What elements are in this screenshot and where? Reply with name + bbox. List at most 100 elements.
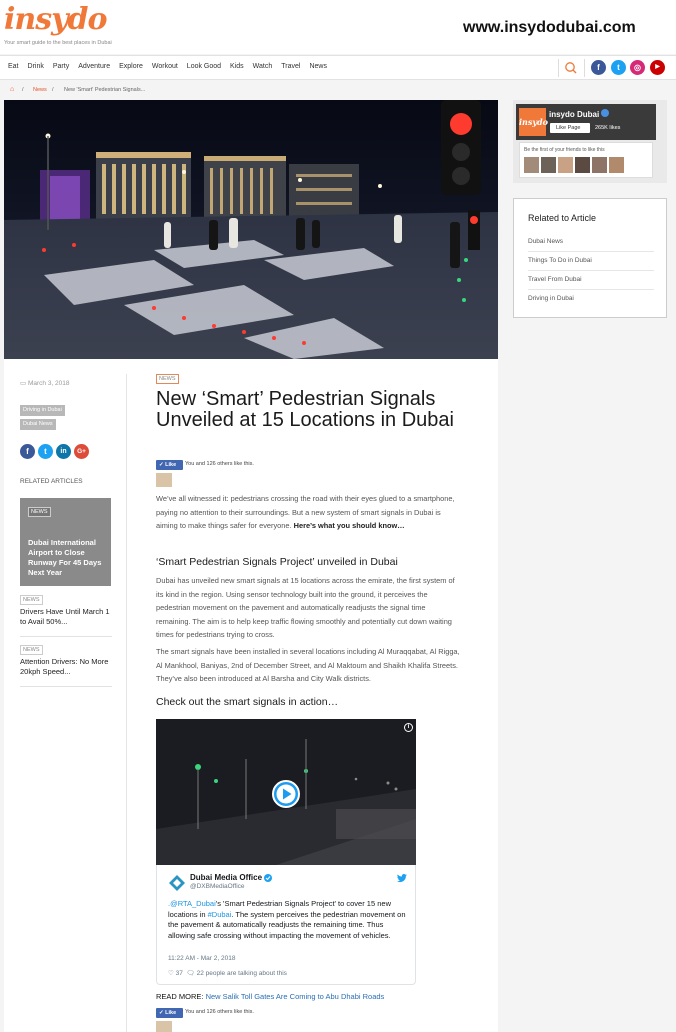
tweet-author[interactable]: Dubai Media Office xyxy=(190,873,262,882)
fb-like-button[interactable]: ✓ Like xyxy=(156,1008,183,1018)
nav-item-explore[interactable]: Explore xyxy=(119,63,143,70)
intro-bold: Here’s what you should know… xyxy=(293,521,405,531)
nav-item-kids[interactable]: Kids xyxy=(230,63,244,70)
nav-item-look-good[interactable]: Look Good xyxy=(187,63,221,70)
section-heading: Check out the smart signals in action… xyxy=(156,696,339,708)
related-to-article-widget: Related to Article Dubai News Things To … xyxy=(513,198,667,318)
nav-item-drink[interactable]: Drink xyxy=(28,63,44,70)
share-google-plus-icon[interactable]: G+ xyxy=(74,444,89,459)
site-header: insydo Your smart guide to the best plac… xyxy=(0,0,676,54)
like-count-text: You and 126 others like this. xyxy=(185,461,254,467)
play-button-icon[interactable] xyxy=(272,780,300,808)
nav-item-eat[interactable]: Eat xyxy=(8,63,19,70)
related-link-driving[interactable]: Driving in Dubai xyxy=(528,295,574,302)
home-icon[interactable]: ⌂ xyxy=(10,86,14,93)
tweet-hashtag[interactable]: #Dubai xyxy=(208,910,232,919)
breadcrumb-news[interactable]: News xyxy=(33,87,47,93)
friend-avatar[interactable] xyxy=(575,157,590,173)
article-title: New ‘Smart’ Pedestrian Signals Unveiled … xyxy=(156,388,454,431)
share-twitter-icon[interactable]: t xyxy=(38,444,53,459)
nav-item-adventure[interactable]: Adventure xyxy=(78,63,110,70)
nav-divider xyxy=(584,59,585,77)
related-item-title[interactable]: Attention Drivers: No More 20kph Speed..… xyxy=(20,657,112,677)
tweet-card[interactable]: Dubai Media Office @DXBMediaOffice .@RTA… xyxy=(156,865,416,985)
tag-driving-in-dubai[interactable]: Driving in Dubai xyxy=(20,405,65,416)
avatar xyxy=(156,1021,172,1032)
youtube-icon[interactable]: ▶ xyxy=(650,60,665,75)
nav-item-news[interactable]: News xyxy=(309,63,327,70)
related-card[interactable]: NEWS Dubai International Airport to Clos… xyxy=(20,498,111,586)
read-more-link[interactable]: New Salik Toll Gates Are Coming to Abu D… xyxy=(206,992,385,1001)
instagram-icon[interactable]: ◎ xyxy=(630,60,645,75)
fb-like-page-button[interactable]: Like Page xyxy=(550,123,590,133)
nav-item-party[interactable]: Party xyxy=(53,63,69,70)
fb-page-name[interactable]: insydo Dubai xyxy=(549,109,610,119)
column-divider xyxy=(126,374,127,1032)
fb-page-logo[interactable]: insydo xyxy=(519,108,548,136)
tweet-timestamp[interactable]: 11:22 AM - Mar 2, 2018 xyxy=(168,955,235,962)
tweet-video[interactable]: i xyxy=(156,719,416,865)
fb-friends-text: Be the first of your friends to like thi… xyxy=(524,147,605,153)
like-label: Like xyxy=(165,462,177,468)
tweet-mention[interactable]: .@RTA_Dubai xyxy=(168,899,216,908)
calendar-icon: ▭ xyxy=(20,380,28,387)
friend-avatar[interactable] xyxy=(524,157,539,173)
nav-item-workout[interactable]: Workout xyxy=(152,63,178,70)
avatar xyxy=(156,473,172,487)
fb-page-name-text[interactable]: insydo Dubai xyxy=(549,110,599,119)
article-paragraph: Dubai has unveiled new smart signals at … xyxy=(156,576,455,640)
fb-friends-box: Be the first of your friends to like thi… xyxy=(519,142,653,178)
tag-dubai-news[interactable]: Dubai News xyxy=(20,419,56,430)
friend-avatar[interactable] xyxy=(558,157,573,173)
info-icon[interactable]: i xyxy=(404,723,413,732)
verified-icon xyxy=(264,874,272,882)
dubai-media-office-avatar[interactable] xyxy=(168,874,186,892)
site-url: www.insydodubai.com xyxy=(463,19,636,36)
friend-avatar[interactable] xyxy=(541,157,556,173)
comment-icon[interactable]: 🗨 xyxy=(187,970,195,977)
main-nav: Eat Drink Party Adventure Explore Workou… xyxy=(0,55,676,80)
read-more: READ MORE: New Salik Toll Gates Are Comi… xyxy=(156,992,384,1001)
category-badge[interactable]: NEWS xyxy=(156,374,179,384)
related-articles-heading: RELATED ARTICLES xyxy=(20,478,83,485)
related-link-travel[interactable]: Travel From Dubai xyxy=(528,276,582,283)
twitter-bird-icon[interactable] xyxy=(397,874,407,883)
read-more-label: READ MORE: xyxy=(156,992,206,1001)
fb-likes-count: 265K likes xyxy=(595,125,621,131)
share-facebook-icon[interactable]: f xyxy=(20,444,35,459)
tweet-handle[interactable]: @DXBMediaOffice xyxy=(190,883,245,890)
heart-icon[interactable]: ♡ xyxy=(168,970,174,977)
fb-like-button[interactable]: ✓ Like xyxy=(156,460,183,470)
friend-avatar[interactable] xyxy=(609,157,624,173)
facebook-icon[interactable]: f xyxy=(591,60,606,75)
breadcrumb-current: New 'Smart' Pedestrian Signals... xyxy=(64,87,146,93)
article-intro: We’ve all witnessed it: pedestrians cros… xyxy=(156,492,462,533)
breadcrumb-separator: / xyxy=(52,87,54,93)
site-tagline: Your smart guide to the best places in D… xyxy=(4,40,112,46)
friend-avatar[interactable] xyxy=(592,157,607,173)
like-count-text: You and 126 others like this. xyxy=(185,1009,254,1015)
date-text: March 3, 2018 xyxy=(27,380,70,387)
tweet-footer: ♡ 37 🗨 22 people are talking about this xyxy=(168,969,287,977)
site-logo[interactable]: insydo xyxy=(4,2,108,37)
article-date: ▭ March 3, 2018 xyxy=(20,379,70,387)
related-card-title[interactable]: Dubai International Airport to Close Run… xyxy=(28,538,108,578)
article-paragraph: The smart signals have been installed in… xyxy=(156,647,460,684)
related-item-divider xyxy=(20,636,112,637)
related-divider xyxy=(528,289,654,290)
related-link-dubai-news[interactable]: Dubai News xyxy=(528,238,563,245)
related-link-things-to-do[interactable]: Things To Do in Dubai xyxy=(528,257,592,264)
fb-like-page-label: Like Page xyxy=(556,125,581,131)
like-label: Like xyxy=(165,1010,177,1016)
hero-image xyxy=(4,100,498,359)
twitter-icon[interactable]: t xyxy=(611,60,626,75)
related-item-title[interactable]: Drivers Have Until March 1 to Avail 50%.… xyxy=(20,607,112,627)
nav-item-watch[interactable]: Watch xyxy=(253,63,273,70)
related-widget-heading: Related to Article xyxy=(528,213,597,223)
nav-menu: Eat Drink Party Adventure Explore Workou… xyxy=(8,63,336,70)
nav-item-travel[interactable]: Travel xyxy=(281,63,300,70)
related-divider xyxy=(528,270,654,271)
share-linkedin-icon[interactable]: in xyxy=(56,444,71,459)
tweet-talk-count[interactable]: 22 people are talking about this xyxy=(197,970,287,977)
search-icon[interactable] xyxy=(562,59,580,77)
